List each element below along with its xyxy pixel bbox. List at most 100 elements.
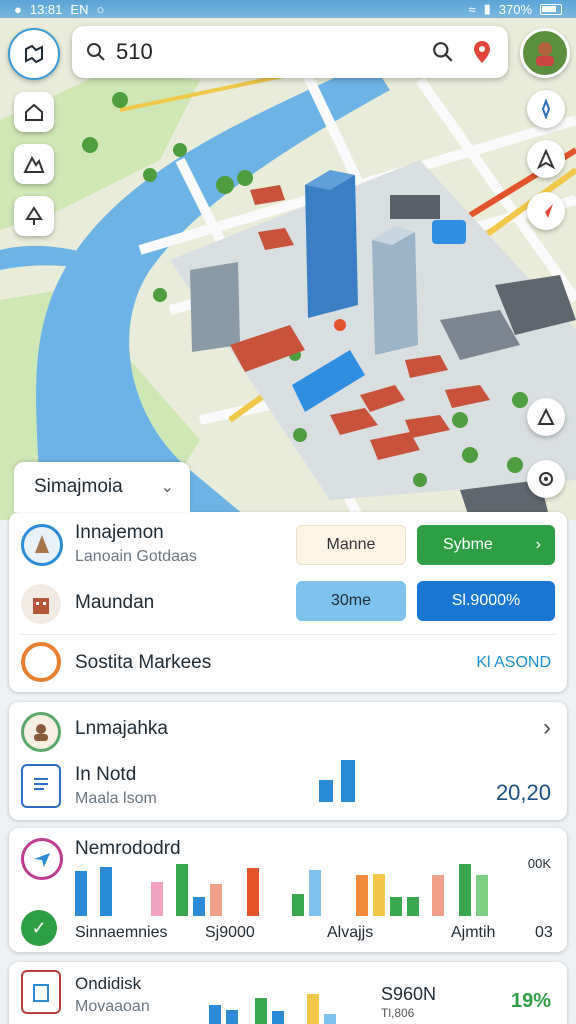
row2-pill-left[interactable]: 30me bbox=[296, 581, 406, 621]
avatar[interactable] bbox=[520, 28, 570, 78]
chevron-down-icon: ⌄ bbox=[160, 479, 174, 496]
home-button[interactable] bbox=[14, 92, 54, 132]
chart-bar bbox=[255, 998, 267, 1024]
terrain-button[interactable] bbox=[14, 144, 54, 184]
locate-button[interactable] bbox=[527, 460, 565, 498]
battery-icon bbox=[540, 3, 562, 15]
clipboard-icon bbox=[21, 970, 61, 1014]
directions-icon bbox=[539, 204, 553, 218]
document-icon bbox=[21, 764, 61, 808]
chart-card: Nemrododrd 00K ✓ Sinnaemnies Sj9000 Alva… bbox=[9, 828, 567, 952]
chart-bar bbox=[292, 894, 304, 916]
map-layers-icon bbox=[25, 44, 43, 64]
row1-pill-left[interactable]: Manne bbox=[296, 525, 406, 565]
chart-bar bbox=[226, 1010, 238, 1024]
chart-bar bbox=[309, 870, 321, 916]
chart-bar bbox=[151, 882, 163, 916]
wifi-strength-icon: ≈ bbox=[468, 1, 476, 17]
chart-bar bbox=[272, 1011, 284, 1024]
row3-value: Kl ASOND bbox=[476, 654, 551, 671]
chart-bar bbox=[75, 871, 87, 916]
chart-bar bbox=[247, 868, 259, 916]
stats-bar-chart bbox=[209, 992, 369, 1024]
park-button[interactable] bbox=[14, 196, 54, 236]
chart-bar bbox=[100, 867, 112, 916]
category-dropdown[interactable]: Simajmoia ⌄ bbox=[14, 462, 190, 512]
directions-button[interactable] bbox=[527, 192, 565, 230]
chart-bar bbox=[356, 875, 368, 916]
mountain-icon bbox=[23, 155, 45, 173]
card2-title: Lnmajahka bbox=[75, 718, 168, 739]
avatar-icon bbox=[536, 42, 554, 66]
card4-title: Ondidisk bbox=[75, 974, 142, 993]
chart-label-1: Sinnaemnies bbox=[75, 924, 168, 941]
chart-label-4: Ajmtih bbox=[451, 924, 496, 941]
card2-row2-title: In Notd bbox=[75, 764, 137, 785]
profile-icon bbox=[21, 712, 61, 752]
locate-icon bbox=[539, 472, 553, 486]
mini-bar-chart bbox=[319, 760, 359, 802]
chart-bar bbox=[176, 864, 188, 916]
card4-subtitle: Movaaoan bbox=[75, 998, 150, 1015]
status-battery-text: 370% bbox=[498, 1, 532, 17]
card4-value-sub: Tl,806 bbox=[381, 1006, 415, 1020]
chevron-right-icon[interactable]: › bbox=[543, 714, 551, 742]
row1-action-label: Sybme bbox=[443, 536, 493, 553]
chevron-right-icon: › bbox=[535, 536, 541, 553]
row3-title: Sostita Markees bbox=[75, 652, 212, 673]
row1-title: Innajemon bbox=[75, 522, 164, 543]
chart-bar bbox=[324, 1014, 336, 1024]
chart-label-3: Alvajjs bbox=[327, 924, 374, 941]
detail-card[interactable]: Lnmajahka › In Notd Maala lsom 20,20 bbox=[9, 702, 567, 820]
card4-value: S960N bbox=[381, 984, 437, 1004]
layers-button[interactable] bbox=[8, 28, 60, 80]
search-bar[interactable] bbox=[72, 26, 508, 78]
card2-row2-text: In Notd Maala lsom bbox=[75, 764, 157, 808]
mini-bar bbox=[341, 760, 355, 802]
bar-chart bbox=[75, 858, 555, 916]
building-icon bbox=[21, 584, 61, 624]
navigation-icon bbox=[537, 149, 555, 169]
chart-bar bbox=[210, 884, 222, 916]
navigation-button[interactable] bbox=[527, 140, 565, 178]
tilt-icon bbox=[537, 407, 555, 425]
city-map[interactable] bbox=[0, 0, 576, 520]
summary-card: Innajemon Lanoain Gotdaas Manne Sybme › … bbox=[9, 512, 567, 692]
search-input[interactable] bbox=[116, 39, 432, 65]
row1-action-button[interactable]: Sybme › bbox=[417, 525, 555, 565]
chart-label-2: Sj9000 bbox=[205, 924, 255, 941]
search-icon bbox=[87, 43, 105, 61]
row1-subtitle: Lanoain Gotdaas bbox=[75, 548, 197, 565]
status-carrier: EN bbox=[70, 1, 89, 17]
wifi-icon: ○ bbox=[96, 1, 105, 17]
row2-pill-right[interactable]: Sl.9000% bbox=[417, 581, 555, 621]
chart-label-5: 03 bbox=[535, 924, 553, 941]
chart-bar bbox=[193, 897, 205, 916]
stats-card: Ondidisk Movaaoan S960N Tl,806 19% bbox=[9, 962, 567, 1024]
card2-row2-subtitle: Maala lsom bbox=[75, 790, 157, 807]
chart-bar bbox=[209, 1005, 221, 1024]
compass-button[interactable] bbox=[527, 90, 565, 128]
location-icon bbox=[21, 524, 63, 566]
compass-icon bbox=[541, 99, 551, 119]
pin-icon[interactable] bbox=[470, 39, 494, 65]
search-submit-icon[interactable] bbox=[432, 41, 454, 63]
home-icon bbox=[25, 103, 43, 121]
status-bar: ● 13:81 EN ○ ≈ ▮ 370% bbox=[0, 0, 576, 18]
card3-title: Nemrododrd bbox=[75, 838, 181, 859]
row1-text: Innajemon Lanoain Gotdaas bbox=[75, 522, 197, 566]
status-time: 13:81 bbox=[29, 1, 63, 17]
tilt-button[interactable] bbox=[527, 398, 565, 436]
card4-percent: 19% bbox=[510, 990, 551, 1012]
chart-bar bbox=[459, 864, 471, 916]
divider bbox=[21, 634, 555, 635]
cell-signal-icon: ▮ bbox=[483, 1, 491, 16]
progress-ring-icon bbox=[21, 642, 61, 682]
chart-bar bbox=[476, 875, 488, 916]
card2-value: 20,20 bbox=[495, 780, 551, 805]
mini-bar bbox=[319, 780, 333, 802]
check-icon: ✓ bbox=[21, 910, 57, 946]
signal-icon: ● bbox=[14, 1, 22, 17]
app-root: ● 13:81 EN ○ ≈ ▮ 370% 510 Simajmoia ⌄ In… bbox=[0, 0, 576, 1024]
card4-text: Ondidisk Movaaoan bbox=[75, 974, 150, 1016]
